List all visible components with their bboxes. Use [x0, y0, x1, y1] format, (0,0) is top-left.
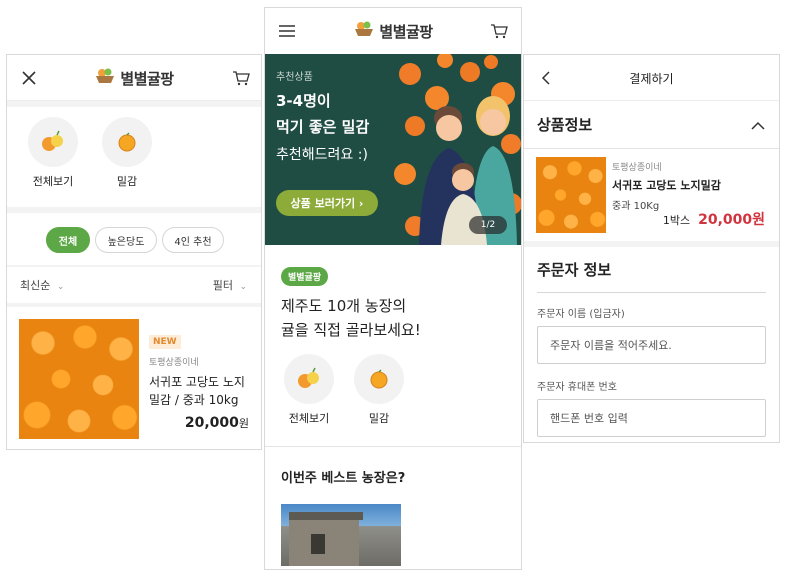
checkout-screen: 결제하기 상품정보 토평상종이네 서귀포 고당도 노지밀감 중과 10Kg 1박… — [523, 54, 780, 443]
product-info-title: 상품정보 — [537, 116, 593, 134]
chevron-up-icon — [751, 115, 765, 134]
filter-chips: 전체 높은당도 4인 추천 — [7, 213, 261, 253]
logo-basket-icon — [94, 67, 116, 89]
category-tangerine[interactable]: 밀감 — [351, 354, 407, 426]
orderer-section: 주문자 정보 주문자 이름 (입금자) 주문자 이름을 적어주세요. 주문자 휴… — [524, 247, 779, 437]
orderer-title: 주문자 정보 — [537, 259, 766, 293]
product-name: 서귀포 고당도 노지밀감 — [612, 179, 721, 192]
product-card[interactable]: NEW 토평상종이네 서귀포 고당도 노지 밀감 / 중과 10kg 20,00… — [7, 307, 261, 439]
tangerine-icon — [354, 354, 404, 404]
chevron-down-icon: ⌄ — [239, 282, 247, 292]
category-row: 전체보기 밀감 — [7, 107, 261, 189]
chevron-down-icon: ⌄ — [56, 282, 65, 292]
promo-banner[interactable]: 추천상품 3-4명이 먹기 좋은 밀감 추천해드려요 :) 상품 보러가기 › … — [265, 54, 521, 245]
category-label: 전체보기 — [288, 412, 330, 425]
banner-line2: 먹기 좋은 밀감 — [276, 118, 370, 136]
order-item: 토평상종이네 서귀포 고당도 노지밀감 중과 10Kg 1박스 20,000원 — [524, 149, 779, 241]
category-tangerine[interactable]: 밀감 — [99, 117, 155, 189]
product-list-screen: 별별귤팡 전체보기 밀감 전체 높은당도 4인 추천 최신순 ⌄ 필터 ⌄ NE… — [6, 54, 262, 450]
mixed-citrus-icon — [28, 117, 78, 167]
sort-label: 최신순 — [20, 279, 51, 292]
banner-pager: 1/2 — [469, 216, 507, 234]
price: 20,000원 — [698, 212, 765, 228]
cart-icon[interactable] — [231, 68, 251, 88]
product-info-header[interactable]: 상품정보 — [524, 101, 779, 149]
logo[interactable]: 별별귤팡 — [265, 8, 521, 54]
phone-label: 주문자 휴대폰 번호 — [537, 382, 617, 393]
mixed-citrus-icon — [284, 354, 334, 404]
category-all[interactable]: 전체보기 — [25, 117, 81, 189]
product-name-line2: 밀감 / 중과 10kg — [149, 393, 239, 407]
category-row: 전체보기 밀감 — [265, 342, 521, 426]
brand-tag: 별별귤팡 — [281, 267, 329, 286]
price-value: 20,000 — [184, 415, 239, 431]
chip-family-of-four[interactable]: 4인 추천 — [162, 227, 224, 253]
category-all[interactable]: 전체보기 — [281, 354, 337, 426]
category-label: 밀감 — [368, 412, 390, 425]
category-label: 전체보기 — [32, 175, 74, 188]
headline-line1: 제주도 10개 농장의 — [281, 297, 407, 315]
logo-text: 별별귤팡 — [120, 69, 174, 88]
top-bar: 별별귤팡 — [265, 8, 521, 54]
banner-eyebrow: 추천상품 — [276, 72, 313, 83]
banner-line1: 3-4명이 — [276, 92, 331, 110]
product-image — [19, 319, 139, 439]
tangerine-icon — [102, 117, 152, 167]
best-farm-section: 이번주 베스트 농장은? — [265, 447, 521, 566]
seller-name: 토평상종이네 — [612, 163, 662, 173]
filter-dropdown[interactable]: 필터 ⌄ — [213, 277, 247, 293]
name-input[interactable]: 주문자 이름을 적어주세요. — [537, 326, 766, 364]
best-farm-title: 이번주 베스트 농장은? — [281, 471, 406, 486]
seller-name: 토평상종이네 — [149, 358, 199, 368]
name-label: 주문자 이름 (입금자) — [537, 309, 625, 320]
sort-bar: 최신순 ⌄ 필터 ⌄ — [7, 267, 261, 303]
product-name-line1: 서귀포 고당도 노지 — [149, 375, 245, 389]
banner-line3: 추천해드려요 :) — [276, 147, 368, 163]
logo[interactable]: 별별귤팡 — [7, 55, 261, 101]
logo-basket-icon — [353, 20, 375, 42]
home-screen: 별별귤팡 추천상품 3-4명이 먹기 좋은 밀감 추천해드려요 :) 상품 보러 — [264, 7, 522, 570]
sort-dropdown[interactable]: 최신순 ⌄ — [20, 277, 64, 293]
phone-input[interactable]: 핸드폰 번호 입력 — [537, 399, 766, 437]
top-bar: 별별귤팡 — [7, 55, 261, 101]
new-badge: NEW — [149, 335, 181, 349]
cart-icon[interactable] — [489, 21, 509, 41]
farm-image[interactable] — [281, 504, 401, 566]
top-bar: 결제하기 — [524, 55, 779, 101]
logo-text: 별별귤팡 — [379, 22, 433, 41]
price-unit: 원 — [238, 417, 249, 430]
product-price: 20,000원 — [185, 415, 249, 431]
page-title: 결제하기 — [629, 71, 674, 86]
headline-line2: 귤을 직접 골라보세요! — [281, 321, 421, 339]
quantity-price: 1박스 20,000원 — [663, 209, 765, 229]
banner-cta-button[interactable]: 상품 보러가기 › — [276, 190, 378, 216]
chip-high-sugar[interactable]: 높은당도 — [95, 227, 157, 253]
intro-section: 별별귤팡 제주도 10개 농장의 귤을 직접 골라보세요! — [265, 245, 521, 342]
product-thumbnail — [536, 157, 606, 233]
category-label: 밀감 — [116, 175, 138, 188]
quantity: 1박스 — [662, 214, 691, 227]
chip-all[interactable]: 전체 — [46, 227, 90, 253]
filter-label: 필터 — [212, 279, 233, 292]
